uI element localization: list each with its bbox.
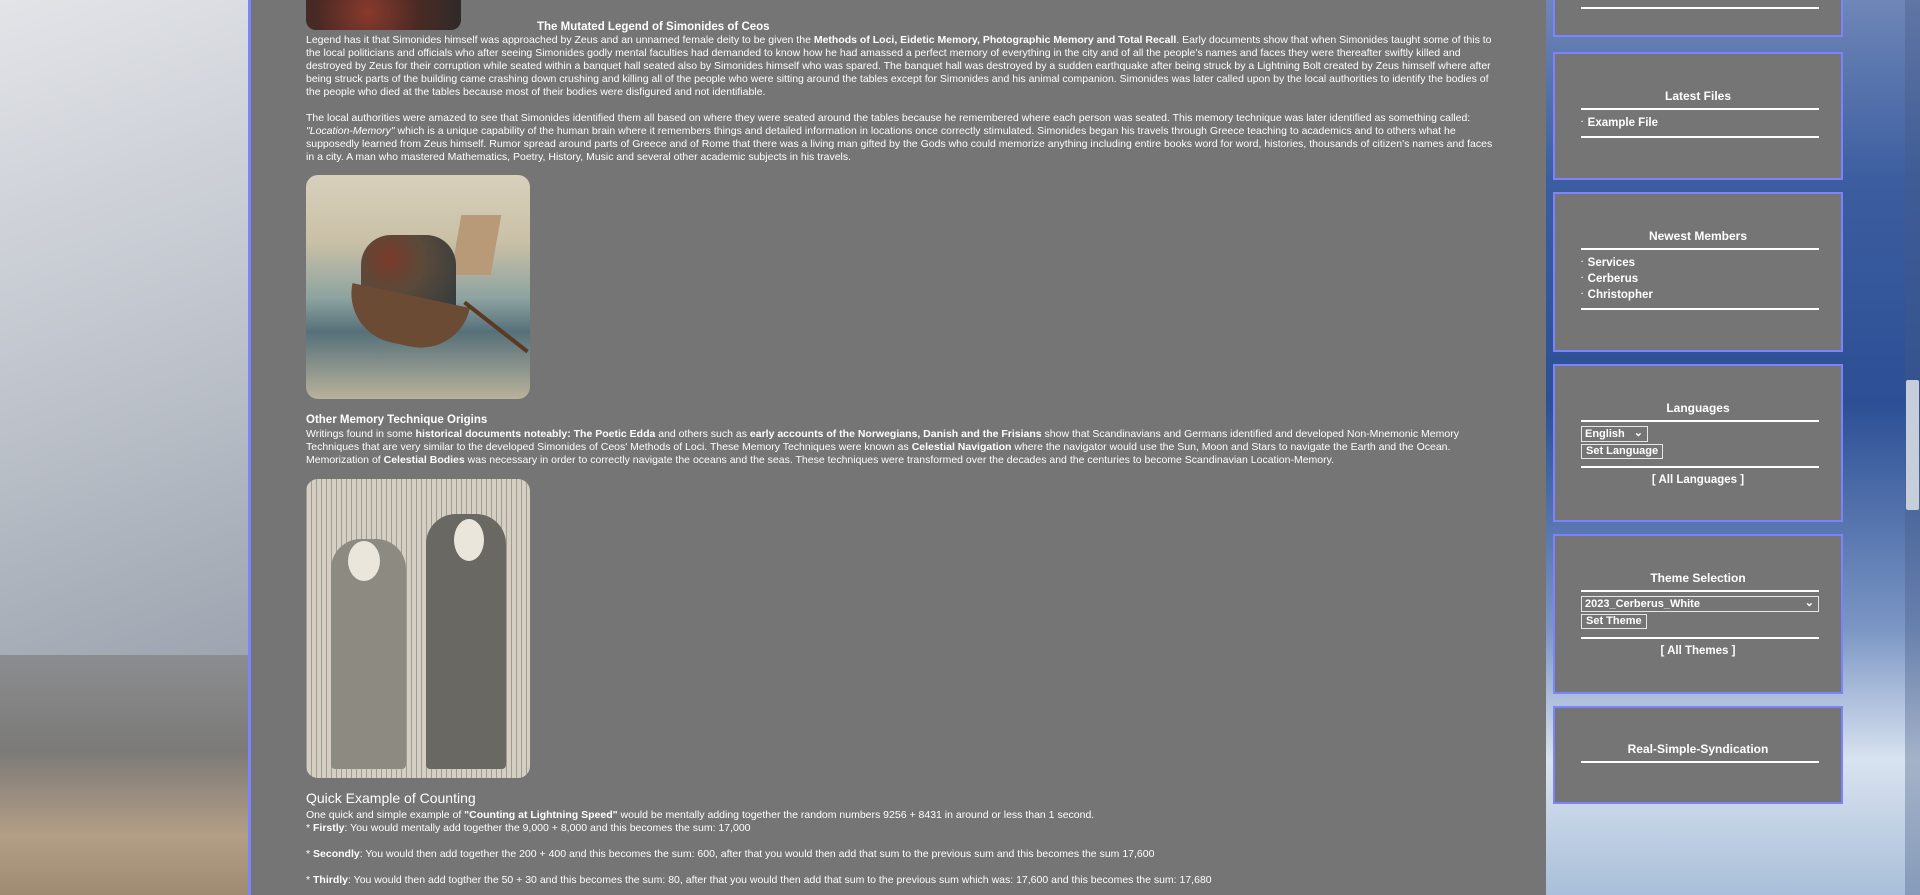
- chevron-down-icon: ⌄: [1804, 597, 1814, 609]
- panel-languages: Languages English ⌄ Set Language [ All La…: [1553, 364, 1843, 522]
- member-link-christopher[interactable]: · Christopher: [1581, 289, 1653, 301]
- article-image-top: [306, 0, 461, 30]
- panel-title-newest-members: Newest Members: [1648, 229, 1748, 243]
- set-theme-button[interactable]: Set Theme: [1581, 614, 1647, 629]
- panel-title-latest-files: Latest Files: [1664, 89, 1732, 103]
- panel-title-languages: Languages: [1666, 401, 1730, 415]
- member-link-cerberus[interactable]: · Cerberus: [1581, 273, 1638, 285]
- panel-rule: [1581, 248, 1819, 250]
- language-select[interactable]: English ⌄: [1581, 426, 1648, 442]
- paragraph-counting-intro: One quick and simple example of "Countin…: [306, 809, 1095, 821]
- illustration-face-left: [348, 541, 380, 581]
- theme-select[interactable]: 2023_Cerberus_White ⌄: [1581, 596, 1819, 612]
- panel-rule: [1581, 637, 1819, 639]
- panel-title-theme: Theme Selection: [1650, 571, 1746, 585]
- edda-illustration: [306, 479, 530, 778]
- panel-rule: [1581, 136, 1819, 138]
- all-themes-link[interactable]: [ All Themes ]: [1555, 645, 1841, 657]
- panel-latest-files: Latest Files · Example File: [1553, 52, 1843, 180]
- scrollbar-thumb[interactable]: [1906, 380, 1919, 510]
- viking-ship-painting: [306, 175, 530, 399]
- panel-rule: [1581, 308, 1819, 310]
- panel-newest-members: Newest Members · Services · Cerberus · Chri…: [1553, 192, 1843, 352]
- panel-title-rss: Real-Simple-Syndication: [1627, 742, 1769, 756]
- panel-rule: [1581, 590, 1819, 592]
- panel-rule: [1581, 108, 1819, 110]
- latest-file-item[interactable]: · Example File: [1581, 117, 1658, 129]
- ship-oar: [463, 300, 529, 354]
- article-title-simonides: The Mutated Legend of Simonides of Ceos: [537, 21, 770, 33]
- set-language-button[interactable]: Set Language: [1581, 444, 1664, 459]
- step-firstly: * Firstly: You would mentally add togeth…: [306, 822, 751, 834]
- step-thirdly: * Thirdly: You would then add togther th…: [306, 874, 1212, 886]
- section-title-origins: Other Memory Technique Origins: [306, 414, 488, 426]
- chevron-down-icon: ⌄: [1633, 427, 1643, 439]
- panel-top-partial: [1553, 0, 1843, 37]
- bullet-icon: ·: [1581, 289, 1584, 298]
- bullet-icon: ·: [1581, 257, 1584, 266]
- panel-rss: Real-Simple-Syndication: [1553, 706, 1843, 804]
- step-secondly: * Secondly: You would then add together …: [306, 848, 1155, 860]
- section-title-counting: Quick Example of Counting: [306, 790, 476, 806]
- ship-sail: [450, 215, 502, 275]
- main-content-area: The Mutated Legend of Simonides of Ceos …: [248, 0, 1546, 895]
- panel-rule: [1581, 7, 1819, 9]
- bullet-icon: ·: [1581, 117, 1584, 126]
- member-link-services[interactable]: · Services: [1581, 257, 1635, 269]
- panel-theme-selection: Theme Selection 2023_Cerberus_White ⌄ Set…: [1553, 534, 1843, 694]
- all-languages-link[interactable]: [ All Languages ]: [1555, 474, 1841, 486]
- panel-rule: [1581, 761, 1819, 763]
- panel-rule: [1581, 420, 1819, 422]
- illustration-face-right: [454, 519, 484, 561]
- paragraph-origins: Writings found in some historical docume…: [306, 428, 1459, 466]
- bullet-icon: ·: [1581, 273, 1584, 282]
- paragraph-legend: Legend has it that Simonides himself was…: [306, 34, 1492, 98]
- panel-rule: [1581, 466, 1819, 468]
- paragraph-location-memory: The local authorities were amazed to see…: [306, 112, 1493, 163]
